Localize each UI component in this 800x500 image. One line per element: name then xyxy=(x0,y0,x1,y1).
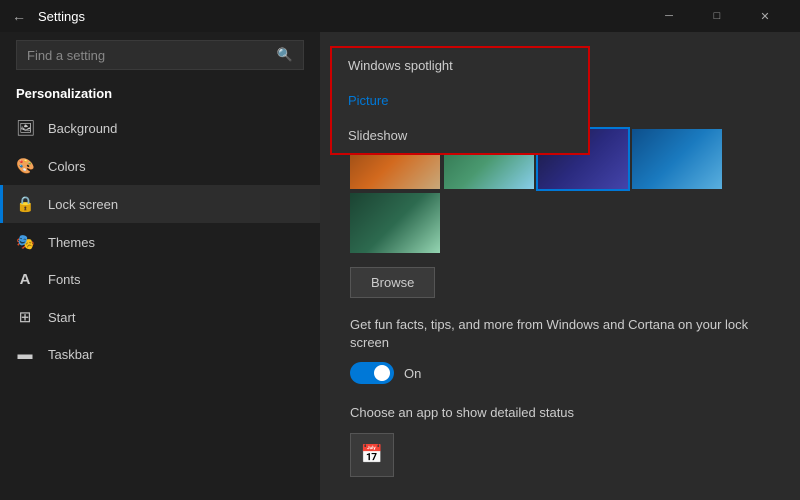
cortana-tips-toggle-label: On xyxy=(404,366,421,381)
main-content: 🔍 Personalization 🖼 Background 🎨 Colors … xyxy=(0,32,800,500)
close-button[interactable]: ✕ xyxy=(742,0,788,32)
sidebar-item-fonts[interactable]: A Fonts xyxy=(0,261,320,298)
sidebar-item-lock-screen-label: Lock screen xyxy=(48,197,118,212)
detailed-status-section: Choose an app to show detailed status 📅 xyxy=(350,404,770,476)
themes-icon: 🎭 xyxy=(16,233,34,251)
sidebar-item-background[interactable]: 🖼 Background xyxy=(0,109,320,147)
sidebar-item-start[interactable]: ⊞ Start xyxy=(0,298,320,336)
background-icon: 🖼 xyxy=(16,119,34,137)
search-icon: 🔍 xyxy=(277,47,293,63)
sidebar-item-fonts-label: Fonts xyxy=(48,272,81,287)
title-bar: ← Settings ─ □ ✕ xyxy=(0,0,800,32)
colors-icon: 🎨 xyxy=(16,157,34,175)
quick-status-desc: Choose apps to show quick status xyxy=(350,497,770,500)
sidebar-item-start-label: Start xyxy=(48,310,75,325)
cortana-tips-toggle[interactable] xyxy=(350,362,394,384)
lock-screen-icon: 🔒 xyxy=(16,195,34,213)
detailed-status-app-row: 📅 xyxy=(350,433,770,477)
picture-thumb-4[interactable] xyxy=(632,129,722,189)
dropdown-item-slideshow[interactable]: Slideshow xyxy=(332,118,588,153)
toggle-knob xyxy=(374,365,390,381)
detailed-status-desc: Choose an app to show detailed status xyxy=(350,404,770,422)
background-type-dropdown[interactable]: Windows spotlight Picture Slideshow xyxy=(330,46,590,155)
sidebar-item-taskbar[interactable]: ▬ Taskbar xyxy=(0,336,320,373)
minimize-button[interactable]: ─ xyxy=(646,0,692,32)
sidebar-item-background-label: Background xyxy=(48,121,117,136)
window-controls: ─ □ ✕ xyxy=(646,0,788,32)
sidebar-item-colors-label: Colors xyxy=(48,159,86,174)
sidebar-item-lock-screen[interactable]: 🔒 Lock screen xyxy=(0,185,320,223)
title-bar-title: Settings xyxy=(38,9,85,24)
fonts-icon: A xyxy=(16,271,34,288)
taskbar-icon: ▬ xyxy=(16,346,34,363)
sidebar-item-themes[interactable]: 🎭 Themes xyxy=(0,223,320,261)
cortana-tips-toggle-row: On xyxy=(350,362,770,384)
sidebar-item-themes-label: Themes xyxy=(48,235,95,250)
browse-button[interactable]: Browse xyxy=(350,267,435,298)
search-input[interactable] xyxy=(27,48,277,63)
back-button[interactable]: ← xyxy=(12,8,26,24)
cortana-tips-section: Get fun facts, tips, and more from Windo… xyxy=(350,316,770,384)
right-panel: Lock screen Windows spotlight Picture Sl… xyxy=(320,32,800,500)
maximize-button[interactable]: □ xyxy=(694,0,740,32)
sidebar-item-colors[interactable]: 🎨 Colors xyxy=(0,147,320,185)
quick-status-section: Choose apps to show quick status ✉ 📅 S +… xyxy=(350,497,770,500)
detailed-status-app-calendar[interactable]: 📅 xyxy=(350,433,394,477)
start-icon: ⊞ xyxy=(16,308,34,326)
dropdown-item-spotlight[interactable]: Windows spotlight xyxy=(332,48,588,83)
cortana-tips-desc: Get fun facts, tips, and more from Windo… xyxy=(350,316,770,352)
picture-thumb-5[interactable] xyxy=(350,193,440,253)
search-box[interactable]: 🔍 xyxy=(16,40,304,70)
dropdown-item-picture[interactable]: Picture xyxy=(332,83,588,118)
sidebar: 🔍 Personalization 🖼 Background 🎨 Colors … xyxy=(0,32,320,500)
section-label: Personalization xyxy=(0,82,320,109)
sidebar-item-taskbar-label: Taskbar xyxy=(48,347,94,362)
